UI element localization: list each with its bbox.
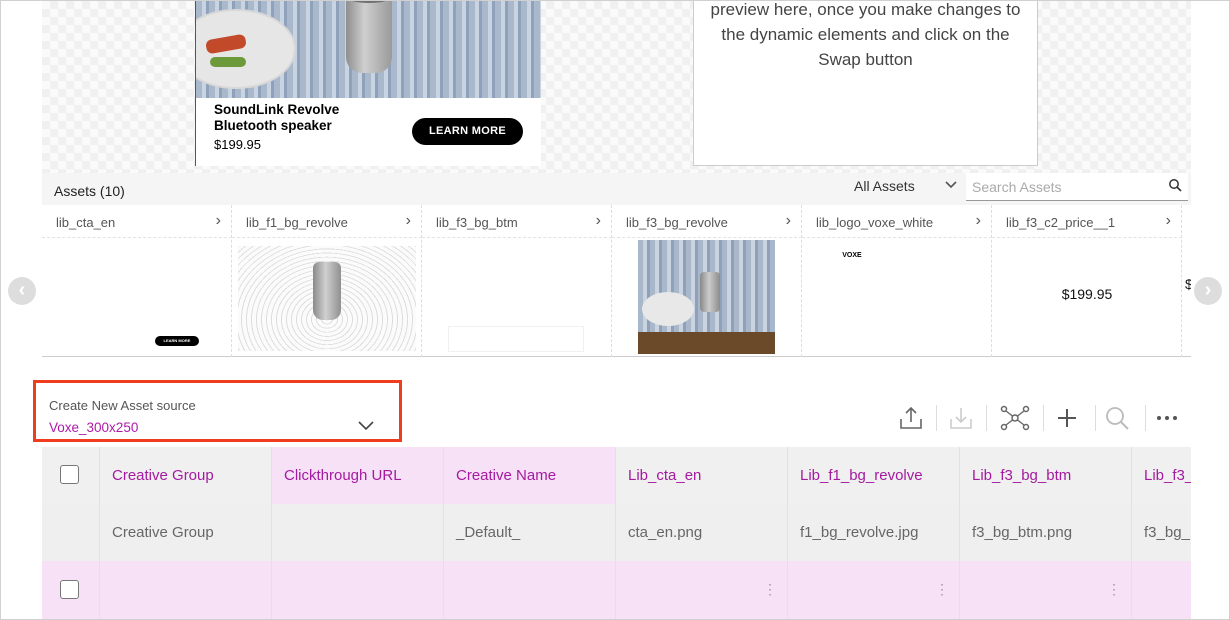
cell-lib-f3-bg-btm[interactable]: ⋮ bbox=[960, 561, 1132, 619]
column-header-creative-group[interactable]: Creative Group bbox=[100, 447, 272, 504]
column-header-creative-name[interactable]: Creative Name bbox=[444, 447, 616, 504]
speaker-thumbnail bbox=[238, 246, 416, 351]
price-thumbnail: $199.95 bbox=[1061, 286, 1113, 302]
search-icon[interactable] bbox=[1168, 178, 1182, 197]
cell-lib-f1-bg-revolve[interactable]: ⋮ bbox=[788, 561, 960, 619]
asset-label: lib_f3_bg_btm bbox=[436, 215, 518, 230]
asset-label: lib_cta_en bbox=[56, 215, 116, 230]
empty-cell bbox=[42, 504, 100, 561]
asset-label: lib_logo_voxe_white bbox=[816, 215, 934, 230]
white-block-thumbnail bbox=[448, 326, 584, 352]
column-header-lib-cta-en[interactable]: Lib_cta_en bbox=[616, 447, 788, 504]
app-frame: SoundLink Revolve Bluetooth speaker $199… bbox=[0, 0, 1230, 620]
asset-card-lib-f3-c2-price-1[interactable]: lib_f3_c2_price__1 › $199.95 bbox=[992, 205, 1182, 357]
network-icon[interactable] bbox=[995, 399, 1035, 437]
asset-card-lib-f3-bg-btm[interactable]: lib_f3_bg_btm › bbox=[422, 205, 612, 357]
asset-strip: lib_cta_en › LEARN MORE lib_f1_bg_revolv… bbox=[42, 205, 1191, 357]
cell-lib-f3[interactable] bbox=[1132, 561, 1191, 619]
asset-grid: Creative Group Clickthrough URL Creative… bbox=[42, 447, 1191, 619]
select-all-checkbox[interactable] bbox=[60, 465, 79, 485]
asset-label: lib_f3_bg_revolve bbox=[626, 215, 728, 230]
cell-creative-group[interactable] bbox=[100, 561, 272, 619]
grid-editable-row: ⋮ ⋮ ⋮ bbox=[42, 561, 1191, 619]
preview-message: preview here, once you make changes to t… bbox=[710, 1, 1021, 69]
cell-clickthrough-url[interactable] bbox=[272, 504, 444, 561]
asset-label: lib_f1_bg_revolve bbox=[246, 215, 348, 230]
ad-price: $199.95 bbox=[214, 137, 261, 152]
preview-area: SoundLink Revolve Bluetooth speaker $199… bbox=[42, 1, 1191, 173]
add-icon[interactable] bbox=[1047, 399, 1087, 437]
asset-card-lib-f1-bg-revolve[interactable]: lib_f1_bg_revolve › bbox=[232, 205, 422, 357]
cell-lib-cta-en[interactable]: cta_en.png bbox=[616, 504, 788, 561]
kebab-icon[interactable]: ⋮ bbox=[763, 561, 777, 618]
cta-thumbnail: LEARN MORE bbox=[155, 336, 199, 346]
assets-filter-select[interactable]: All Assets bbox=[854, 178, 964, 200]
column-header-lib-f1-bg-revolve[interactable]: Lib_f1_bg_revolve bbox=[788, 447, 960, 504]
carousel-next-button[interactable]: › bbox=[1194, 277, 1222, 305]
chevron-right-icon[interactable]: › bbox=[596, 212, 601, 230]
cell-clickthrough-url[interactable] bbox=[272, 561, 444, 619]
assets-filter-value: All Assets bbox=[854, 178, 915, 194]
asset-label: lib_f3_c2_price__1 bbox=[1006, 215, 1116, 230]
ad-cta-button[interactable]: LEARN MORE bbox=[412, 118, 523, 145]
chevron-down-icon bbox=[944, 177, 958, 194]
chevron-down-icon bbox=[358, 418, 374, 436]
chevron-right-icon[interactable]: › bbox=[976, 212, 981, 230]
asset-source-label: Create New Asset source bbox=[49, 398, 196, 413]
kebab-icon[interactable]: ⋮ bbox=[1107, 561, 1121, 618]
ad-preview: SoundLink Revolve Bluetooth speaker $199… bbox=[195, 1, 541, 166]
ad-photo bbox=[196, 1, 541, 98]
grid-default-row: Creative Group _Default_ cta_en.png f1_b… bbox=[42, 504, 1191, 561]
logo-thumbnail: VOXE bbox=[836, 242, 868, 270]
row-select-cell bbox=[42, 561, 100, 619]
kebab-icon[interactable]: ⋮ bbox=[935, 561, 949, 618]
assets-title: Assets (10) bbox=[54, 183, 125, 199]
asset-thumbnail bbox=[232, 237, 422, 357]
chevron-right-icon[interactable]: › bbox=[786, 212, 791, 230]
column-header-clickthrough-url[interactable]: Clickthrough URL bbox=[272, 447, 444, 504]
asset-source-select[interactable]: Create New Asset source Voxe_300x250 bbox=[33, 380, 402, 442]
next-asset-partial: $ bbox=[1185, 276, 1191, 292]
upload-icon[interactable] bbox=[891, 399, 931, 437]
select-all-cell bbox=[42, 447, 100, 504]
preview-message-panel: preview here, once you make changes to t… bbox=[693, 1, 1038, 166]
carousel-prev-button[interactable]: ‹ bbox=[8, 277, 36, 305]
column-header-lib-f3-bg-btm[interactable]: Lib_f3_bg_btm bbox=[960, 447, 1132, 504]
asset-card-lib-cta-en[interactable]: lib_cta_en › LEARN MORE bbox=[42, 205, 232, 357]
chevron-right-icon[interactable]: › bbox=[216, 212, 221, 230]
assets-search-placeholder: Search Assets bbox=[972, 179, 1062, 195]
assets-search-input[interactable]: Search Assets bbox=[966, 173, 1188, 201]
search-icon[interactable] bbox=[1097, 399, 1137, 437]
more-icon[interactable] bbox=[1147, 399, 1187, 437]
asset-thumbnail bbox=[422, 237, 612, 357]
cell-creative-group[interactable]: Creative Group bbox=[100, 504, 272, 561]
chevron-right-icon[interactable]: › bbox=[1166, 212, 1171, 230]
photo-thumbnail bbox=[638, 240, 775, 354]
asset-thumbnail bbox=[612, 237, 802, 357]
cell-creative-name[interactable] bbox=[444, 561, 616, 619]
asset-thumbnail: LEARN MORE bbox=[42, 237, 232, 357]
column-header-lib-f3[interactable]: Lib_f3_ bbox=[1132, 447, 1191, 504]
cell-lib-f3[interactable]: f3_bg_ bbox=[1132, 504, 1191, 561]
cell-lib-cta-en[interactable]: ⋮ bbox=[616, 561, 788, 619]
assets-header: Assets (10) All Assets Search Assets bbox=[42, 173, 1191, 205]
cell-lib-f3-bg-btm[interactable]: f3_bg_btm.png bbox=[960, 504, 1132, 561]
asset-card-lib-logo-voxe-white[interactable]: lib_logo_voxe_white › VOXE bbox=[802, 205, 992, 357]
asset-thumbnail: $199.95 bbox=[992, 237, 1182, 357]
row-checkbox[interactable] bbox=[60, 580, 79, 600]
grid-header-row: Creative Group Clickthrough URL Creative… bbox=[42, 447, 1191, 504]
asset-thumbnail: VOXE bbox=[802, 237, 992, 357]
asset-source-value: Voxe_300x250 bbox=[49, 420, 139, 435]
chevron-right-icon[interactable]: › bbox=[406, 212, 411, 230]
grid-toolbar bbox=[891, 399, 1191, 439]
cell-creative-name[interactable]: _Default_ bbox=[444, 504, 616, 561]
asset-card-lib-f3-bg-revolve[interactable]: lib_f3_bg_revolve › bbox=[612, 205, 802, 357]
cell-lib-f1-bg-revolve[interactable]: f1_bg_revolve.jpg bbox=[788, 504, 960, 561]
download-icon[interactable] bbox=[941, 399, 981, 437]
ad-title: SoundLink Revolve Bluetooth speaker bbox=[214, 102, 340, 133]
